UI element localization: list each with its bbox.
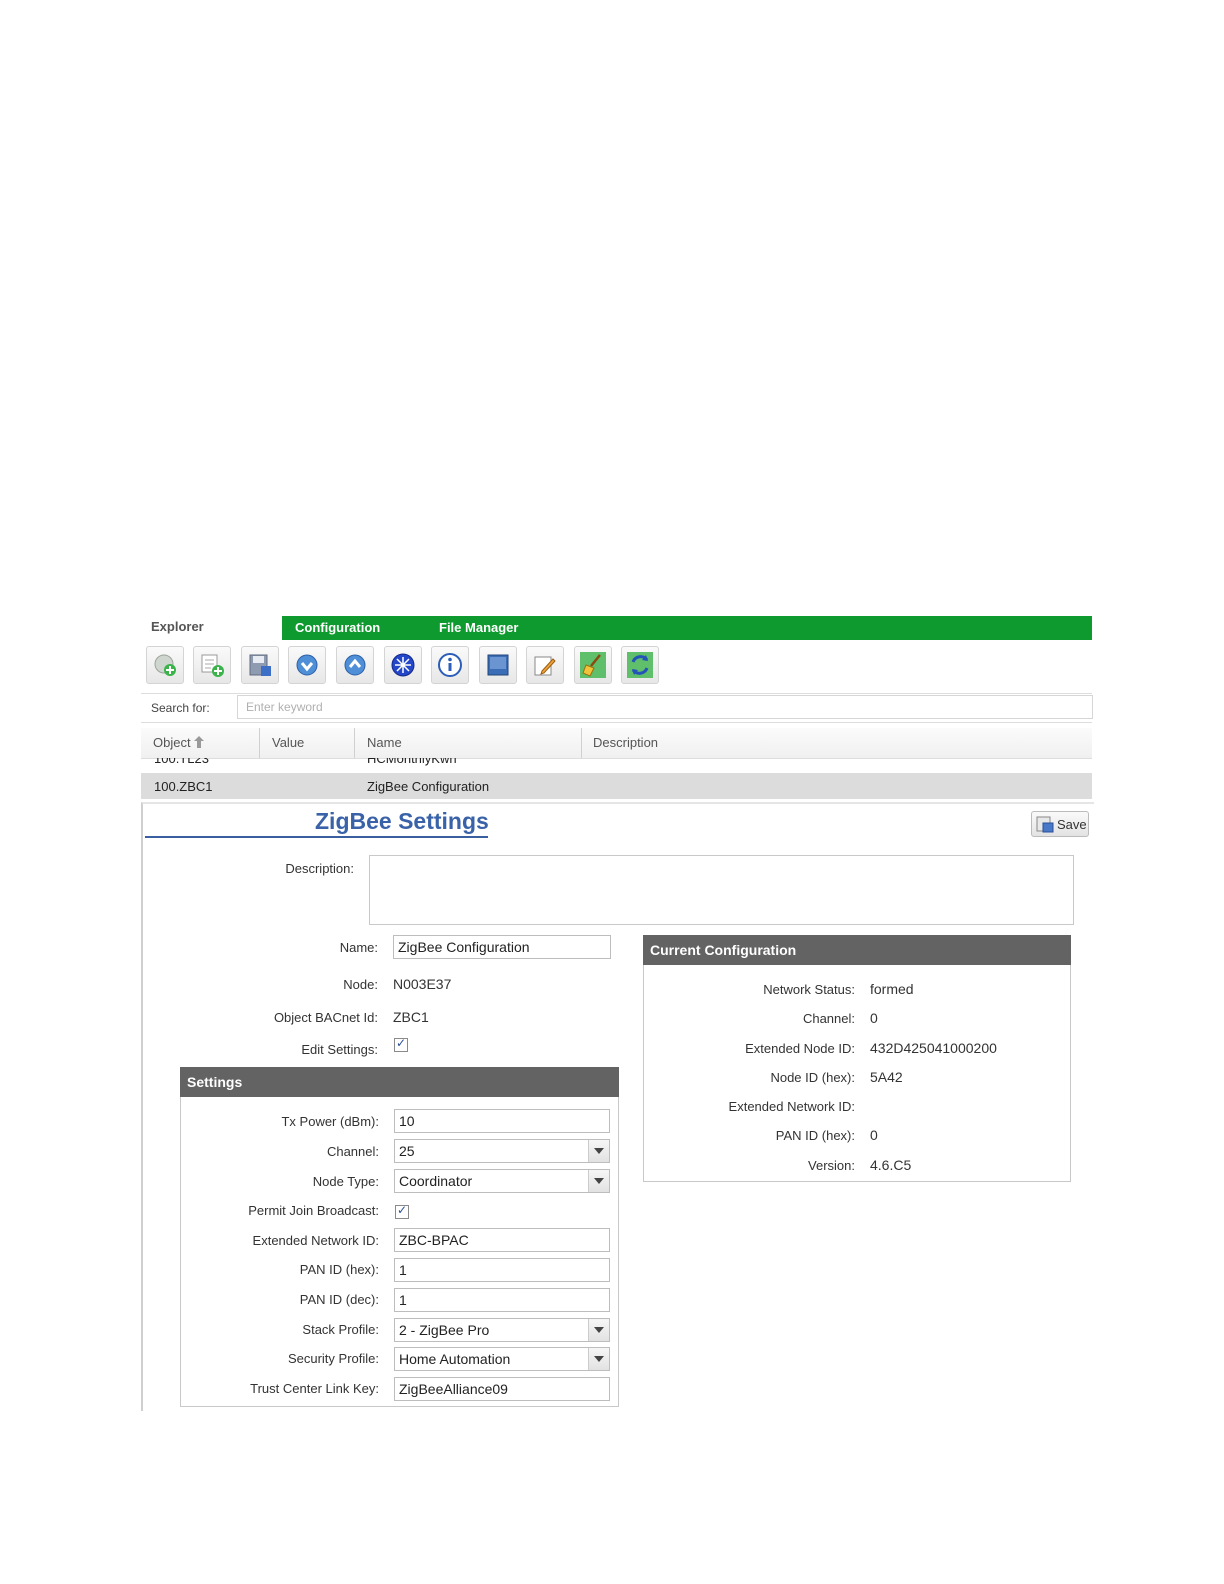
search-label: Search for: xyxy=(151,701,210,715)
row-name: ZigBee Configuration xyxy=(367,779,490,794)
column-header-value[interactable]: Value xyxy=(272,735,304,750)
pan-id-dec-label: PAN ID (dec): xyxy=(299,1292,379,1307)
chevron-down-icon[interactable] xyxy=(588,1170,609,1192)
current-configuration-header: Current Configuration xyxy=(643,935,1071,965)
row-name: HCMonthlyKwh xyxy=(367,758,457,766)
current-node-id-hex-label: Node ID (hex): xyxy=(770,1070,855,1085)
tx-power-input[interactable]: 10 xyxy=(394,1109,610,1133)
current-network-status-label: Network Status: xyxy=(763,982,855,997)
current-version-label: Version: xyxy=(808,1158,855,1173)
stack-profile-select[interactable]: 2 - ZigBee Pro xyxy=(394,1318,610,1342)
add-object-button[interactable] xyxy=(146,646,184,684)
pan-id-hex-input[interactable]: 1 xyxy=(394,1258,610,1282)
page-title: ZigBee Settings xyxy=(315,808,489,834)
add-from-template-button[interactable] xyxy=(193,646,231,684)
disk-image-button[interactable] xyxy=(479,646,517,684)
trust-center-key-input[interactable]: ZigBeeAlliance09 xyxy=(394,1377,610,1401)
edit-settings-checkbox[interactable] xyxy=(394,1036,408,1052)
node-type-select[interactable]: Coordinator xyxy=(394,1169,610,1193)
upload-button[interactable] xyxy=(336,646,374,684)
node-value: N003E37 xyxy=(393,976,452,992)
add-from-template-icon xyxy=(201,654,224,677)
bacnet-id-label: Object BACnet Id: xyxy=(273,1010,378,1025)
current-channel-label: Channel: xyxy=(802,1011,855,1026)
node-label: Node: xyxy=(343,977,378,992)
table-row[interactable]: 100.TL23 HCMonthlyKwh xyxy=(141,758,1092,768)
current-pan-id-hex-value: 0 xyxy=(870,1127,878,1143)
upload-icon xyxy=(344,654,366,676)
save-icon xyxy=(1036,816,1054,833)
tab-file-manager[interactable]: File Manager xyxy=(439,620,518,635)
edit-button[interactable] xyxy=(526,646,564,684)
current-node-id-hex-value: 5A42 xyxy=(870,1069,903,1085)
table-row-selected[interactable]: 100.ZBC1 ZigBee Configuration xyxy=(141,773,1092,799)
row-object: 100.ZBC1 xyxy=(154,779,213,794)
clean-button[interactable] xyxy=(574,646,612,684)
title-underline xyxy=(145,836,488,838)
description-label: Description: xyxy=(285,861,354,876)
current-extended-node-id-value: 432D425041000200 xyxy=(870,1040,997,1056)
current-extended-network-id-label: Extended Network ID: xyxy=(728,1099,855,1114)
column-header-object[interactable]: Object xyxy=(153,735,205,750)
table-header: Object Value Name Description xyxy=(141,728,1092,759)
disk-image-icon xyxy=(487,654,509,676)
current-configuration-section: Current Configuration xyxy=(643,935,1071,1182)
save-button[interactable]: Save xyxy=(1031,811,1089,837)
current-version-value: 4.6.C5 xyxy=(870,1157,912,1173)
channel-label: Channel: xyxy=(326,1144,379,1159)
current-network-status-value: formed xyxy=(870,981,914,997)
main-tab-bar: Configuration File Manager xyxy=(282,616,1092,640)
bacnet-discover-button[interactable] xyxy=(384,646,422,684)
name-label: Name: xyxy=(339,940,378,955)
add-object-icon xyxy=(154,654,176,676)
bacnet-discover-icon xyxy=(391,653,415,677)
extended-network-id-label: Extended Network ID: xyxy=(252,1233,379,1248)
save-disk-icon xyxy=(249,654,271,676)
node-type-label: Node Type: xyxy=(312,1174,379,1189)
stack-profile-label: Stack Profile: xyxy=(302,1322,379,1337)
info-button[interactable] xyxy=(431,646,469,684)
settings-header: Settings xyxy=(180,1067,619,1097)
info-icon xyxy=(438,653,462,677)
tab-configuration[interactable]: Configuration xyxy=(295,620,380,635)
permit-join-label: Permit Join Broadcast: xyxy=(248,1203,379,1218)
tx-power-label: Tx Power (dBm): xyxy=(281,1114,379,1129)
trust-center-key-label: Trust Center Link Key: xyxy=(250,1381,379,1396)
description-textarea[interactable] xyxy=(369,855,1074,925)
clean-icon xyxy=(580,652,606,678)
current-pan-id-hex-label: PAN ID (hex): xyxy=(775,1128,855,1143)
refresh-icon xyxy=(627,652,653,678)
search-row: Search for: xyxy=(141,693,1093,723)
edit-icon xyxy=(534,656,556,676)
column-header-description[interactable]: Description xyxy=(593,735,658,750)
download-button[interactable] xyxy=(288,646,326,684)
refresh-button[interactable] xyxy=(621,646,659,684)
chevron-down-icon[interactable] xyxy=(588,1348,609,1370)
pan-id-dec-input[interactable]: 1 xyxy=(394,1288,610,1312)
chevron-down-icon[interactable] xyxy=(588,1319,609,1341)
bacnet-id-value: ZBC1 xyxy=(393,1009,429,1025)
sort-up-icon xyxy=(194,736,205,748)
permit-join-checkbox[interactable] xyxy=(395,1203,409,1219)
channel-select[interactable]: 25 xyxy=(394,1139,610,1163)
edit-settings-label: Edit Settings: xyxy=(301,1042,378,1057)
pan-id-hex-label: PAN ID (hex): xyxy=(299,1262,379,1277)
security-profile-label: Security Profile: xyxy=(287,1351,379,1366)
explorer-tab[interactable]: Explorer xyxy=(151,619,204,634)
extended-network-id-input[interactable]: ZBC-BPAC xyxy=(394,1228,610,1252)
security-profile-select[interactable]: Home Automation xyxy=(394,1347,610,1371)
current-channel-value: 0 xyxy=(870,1010,878,1026)
column-header-name[interactable]: Name xyxy=(367,735,402,750)
current-extended-node-id-label: Extended Node ID: xyxy=(745,1041,855,1056)
search-input[interactable] xyxy=(237,695,1093,719)
row-object: 100.TL23 xyxy=(154,758,209,766)
chevron-down-icon[interactable] xyxy=(588,1140,609,1162)
save-disk-button[interactable] xyxy=(241,646,279,684)
download-icon xyxy=(296,654,318,676)
name-input[interactable]: ZigBee Configuration xyxy=(393,935,611,959)
